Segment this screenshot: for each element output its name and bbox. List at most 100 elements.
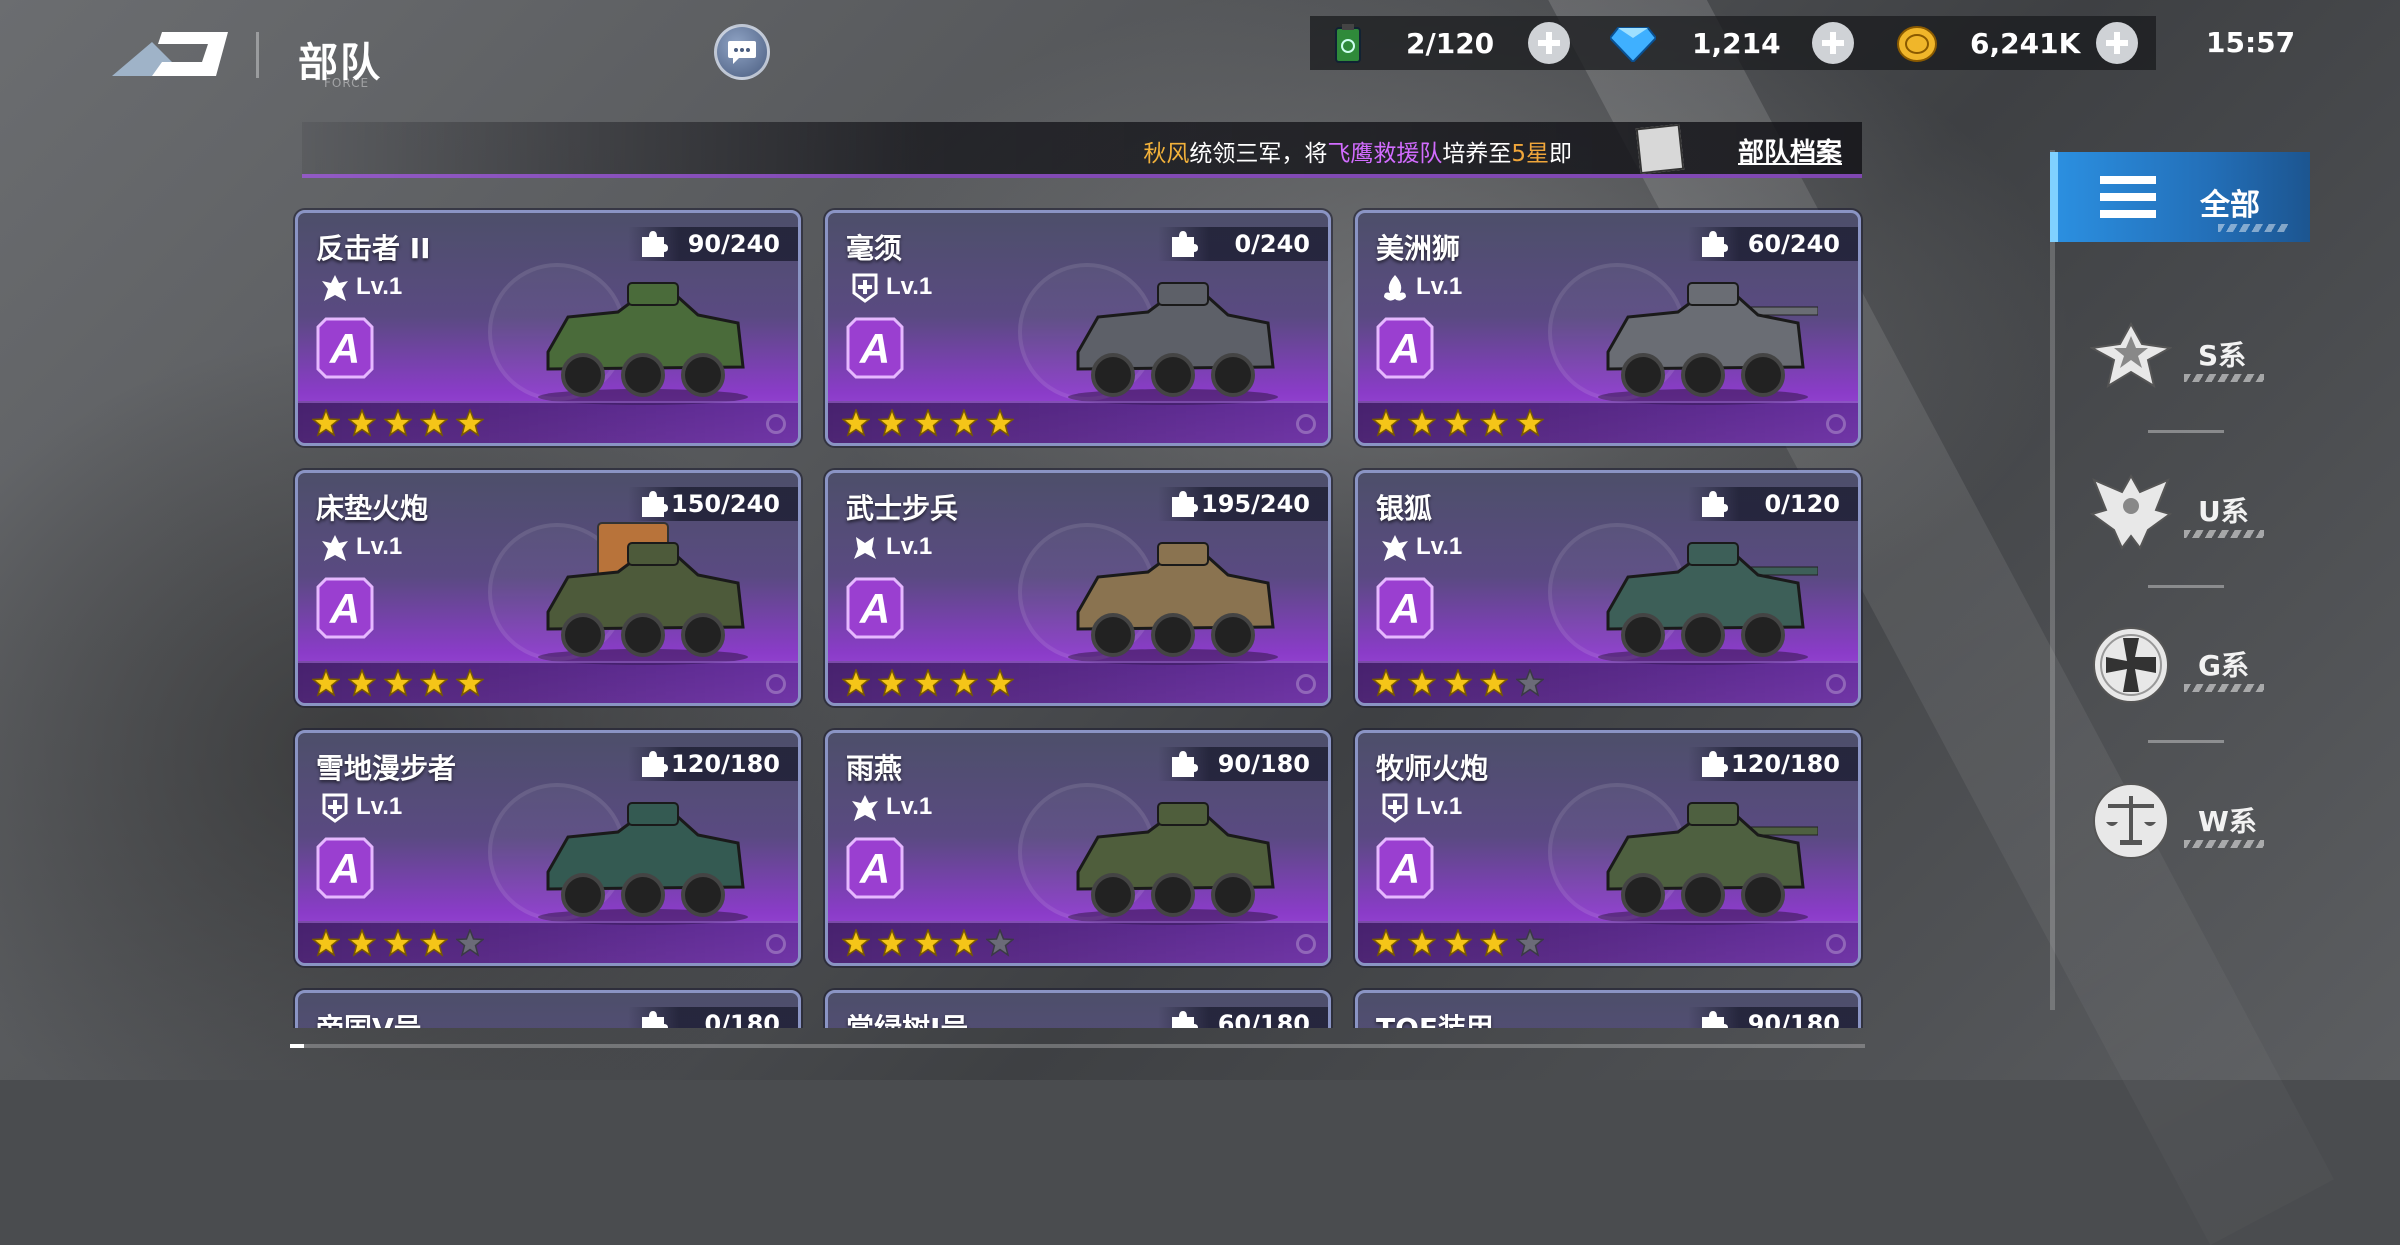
unit-card[interactable]: 武士步兵 195/240 Lv.1 A [825, 470, 1331, 706]
puzzle-piece-icon [1172, 491, 1198, 517]
plus-icon [1538, 32, 1560, 54]
rank-badge: A [316, 317, 374, 379]
unit-name: 美洲狮 [1376, 232, 1461, 265]
unit-grid: 反击者 II 90/240 Lv.1 A 毫须 0/240 Lv.1 A 美洲狮 60/240 Lv… [290, 200, 1880, 1028]
star-rating [298, 401, 798, 443]
filter-u-label: U系 [2198, 495, 2249, 528]
filter-g-button[interactable]: G系 [2080, 614, 2320, 714]
unit-card[interactable]: TOE装甲90/180Lv.1A [1355, 990, 1861, 1028]
vehicle-armored-car-image [528, 257, 758, 407]
class-g-icon [852, 273, 878, 303]
unit-card[interactable]: 毫须 0/240 Lv.1 A [825, 210, 1331, 446]
unit-name: 雨燕 [846, 752, 903, 785]
star-filled-icon [456, 409, 484, 437]
settings-gear-icon [1826, 674, 1846, 694]
unit-level: Lv.1 [356, 533, 403, 560]
archive-folder-icon [1635, 123, 1685, 175]
rank-badge: A [316, 577, 374, 639]
rank-badge: A [1376, 837, 1434, 899]
unit-card[interactable]: 银狐 0/120 Lv.1 A [1355, 470, 1861, 706]
puzzle-piece-icon [642, 231, 668, 257]
w-faction-scales-icon [2093, 783, 2169, 859]
unit-name: TOE装甲 [1376, 1007, 1494, 1028]
vehicle-half-track-image [1058, 777, 1288, 927]
settings-gear-icon [1296, 414, 1316, 434]
unit-card[interactable]: 雨燕 90/180 Lv.1 A [825, 730, 1331, 966]
star-filled-icon [1480, 409, 1508, 437]
chat-button[interactable] [714, 24, 770, 80]
star-filled-icon [1516, 409, 1544, 437]
unit-name: 帝国Ⅴ号 [316, 1007, 422, 1028]
star-rating [828, 401, 1328, 443]
gold-add-button[interactable] [2096, 22, 2138, 64]
star-rating [1358, 921, 1858, 963]
star-filled-icon [1444, 669, 1472, 697]
unit-card[interactable]: 雪地漫步者 120/180 Lv.1 A [295, 730, 801, 966]
filter-divider [2148, 585, 2224, 588]
horizontal-scrollbar[interactable] [290, 1044, 1865, 1048]
class-u-icon [1382, 535, 1408, 561]
star-empty-icon [1516, 669, 1544, 697]
fuel-add-button[interactable] [1528, 22, 1570, 64]
vertical-scrollbar[interactable] [2050, 150, 2055, 1010]
scroll-thumb[interactable] [290, 1044, 304, 1048]
unit-name: 武士步兵 [846, 492, 959, 525]
star-filled-icon [1408, 409, 1436, 437]
rank-letter: A [859, 845, 890, 892]
vehicle-armored-car-grey-image [1058, 257, 1288, 407]
puzzle-piece-icon [1172, 751, 1198, 777]
settings-gear-icon [1296, 934, 1316, 954]
puzzle-piece-icon [1702, 491, 1728, 517]
filter-all-button[interactable]: 全部 [2050, 152, 2310, 242]
rank-badge: A [316, 837, 374, 899]
rank-letter: A [1389, 325, 1420, 372]
unit-level: Lv.1 [886, 533, 933, 560]
class-u-icon [322, 275, 348, 301]
puzzle-piece-icon [1172, 1011, 1198, 1028]
gold-coin-icon [1897, 26, 1937, 62]
filter-w-button[interactable]: W系 [2080, 770, 2320, 870]
unit-card[interactable]: 反击者 II 90/240 Lv.1 A [295, 210, 801, 446]
rank-letter: A [859, 585, 890, 632]
unit-card[interactable]: 床垫火炮 150/240 Lv.1 A [295, 470, 801, 706]
unit-card[interactable]: 美洲狮 60/240 Lv.1 A [1355, 210, 1861, 446]
filter-divider [2148, 430, 2224, 433]
diamond-add-button[interactable] [1812, 22, 1854, 64]
u-faction-eagle-icon [2090, 473, 2172, 550]
unit-card[interactable]: 常绿树Ⅰ号60/180Lv.1A [825, 990, 1331, 1028]
filter-u-button[interactable]: U系 [2080, 460, 2320, 560]
archive-link[interactable]: 部队档案 [1738, 132, 1842, 169]
puzzle-piece-icon [1702, 1011, 1728, 1028]
rank-letter: A [329, 325, 360, 372]
settings-gear-icon [766, 674, 786, 694]
star-rating [828, 921, 1328, 963]
unit-card[interactable]: 牧师火炮 120/180 Lv.1 A [1355, 730, 1861, 966]
unit-card[interactable]: 帝国Ⅴ号0/180Lv.1A [295, 990, 801, 1028]
filter-hatch [2218, 224, 2288, 232]
star-empty-icon [986, 929, 1014, 957]
star-filled-icon [1408, 669, 1436, 697]
vehicle-tank-destroyer-grey-image [1588, 257, 1819, 407]
puzzle-piece-icon [1172, 231, 1198, 257]
star-rating [298, 661, 798, 703]
class-g-icon [322, 793, 348, 823]
unit-name: 银狐 [1376, 492, 1433, 525]
star-filled-icon [950, 409, 978, 437]
star-filled-icon [842, 929, 870, 957]
star-filled-icon [986, 669, 1014, 697]
unit-level: Lv.1 [356, 273, 403, 300]
filter-s-button[interactable]: S系 [2080, 304, 2320, 404]
fuel-can-icon [1335, 24, 1361, 63]
back-logo-icon[interactable] [112, 32, 228, 78]
quest-banner[interactable]: 秋风统领三军，将飞鹰救援队培养至5星即 部队档案 [302, 122, 1862, 178]
star-filled-icon [1372, 669, 1400, 697]
clock: 15:57 [2206, 26, 2296, 59]
diamond-icon [1610, 27, 1656, 62]
star-filled-icon [420, 929, 448, 957]
rank-letter: A [329, 585, 360, 632]
vehicle-medium-tank-image [1588, 517, 1819, 667]
page-subtitle: FORCE [324, 76, 370, 90]
filter-all-label: 全部 [2200, 188, 2260, 223]
star-filled-icon [1444, 929, 1472, 957]
filter-s-label: S系 [2198, 339, 2247, 372]
